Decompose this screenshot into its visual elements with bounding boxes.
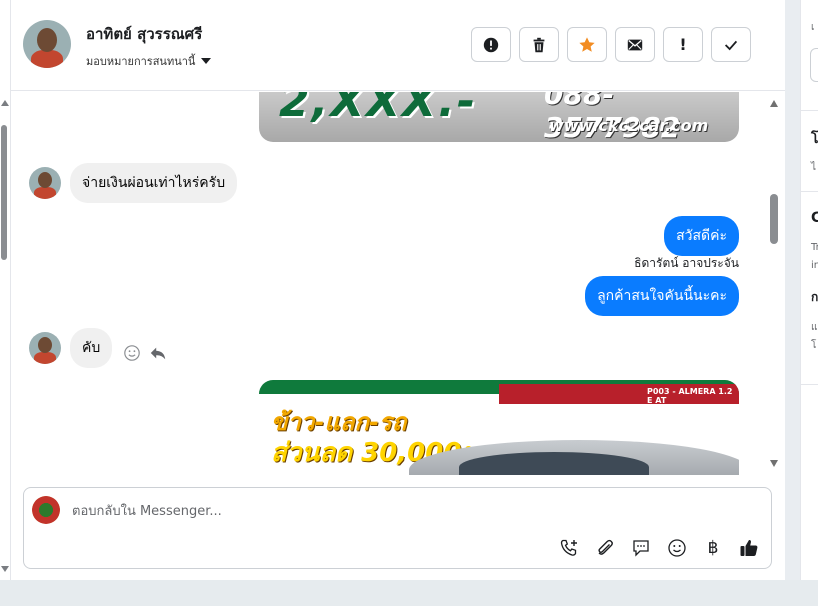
- scroll-up-arrow-icon[interactable]: [770, 100, 778, 107]
- attachment-button[interactable]: [593, 536, 617, 560]
- outgoing-message-bubble[interactable]: สวัสดีค่ะ: [664, 216, 739, 256]
- reply-arrow-icon[interactable]: [149, 344, 167, 362]
- star-button[interactable]: [567, 27, 607, 62]
- message-scrollbar-thumb[interactable]: [770, 194, 778, 244]
- incoming-message-bubble[interactable]: จ่ายเงินผ่อนเท่าไหร่ครับ: [70, 163, 238, 203]
- conversation-header: อาทิตย์ สุวรรณศรี มอบหมายการสนทนานี้ !: [11, 0, 785, 91]
- baht-icon: ฿: [707, 538, 719, 558]
- payment-button[interactable]: ฿: [701, 536, 725, 560]
- car-window: [459, 452, 649, 475]
- scroll-down-arrow-icon[interactable]: [1, 566, 9, 572]
- car-code-text: P003 - ALMERA 1.2 E AT: [647, 387, 733, 405]
- left-scrollbar[interactable]: [0, 0, 11, 580]
- header-actions: !: [471, 27, 751, 62]
- assign-label: มอบหมายการสนทนานี้: [86, 55, 196, 68]
- reply-composer: ฿: [23, 487, 772, 569]
- panel-text-fragment: เ: [811, 22, 815, 33]
- delete-button[interactable]: [519, 27, 559, 62]
- trash-icon: [533, 37, 545, 52]
- conversation-panel: อาทิตย์ สุวรรณศรี มอบหมายการสนทนานี้ ! 2…: [11, 0, 785, 580]
- contact-avatar-small[interactable]: [29, 167, 61, 199]
- thumbs-up-icon: [740, 539, 758, 556]
- bottom-bar: [0, 580, 818, 606]
- mark-unread-button[interactable]: [615, 27, 655, 62]
- scroll-down-arrow-icon[interactable]: [770, 460, 778, 467]
- contact-details-panel: เ โ ไ C Tr in ก แ โ: [800, 0, 818, 580]
- panel-divider: [801, 110, 818, 111]
- emoji-icon: [668, 539, 686, 557]
- panel-heading-fragment: โ: [811, 131, 818, 147]
- panel-divider: [801, 384, 818, 385]
- banner-website-text: www.ckc2car.com: [549, 116, 709, 135]
- incoming-message-row: คับ: [29, 328, 167, 368]
- scrollbar-thumb[interactable]: [1, 125, 7, 260]
- panel-text-fragment: ไ: [811, 162, 817, 173]
- banner-price-text: 2,XXX.-: [279, 92, 478, 127]
- panel-divider: [801, 191, 818, 192]
- sender-name: ธิดารัตน์ อาจประจัน: [634, 256, 739, 270]
- exclamation-icon: !: [679, 35, 687, 54]
- assign-conversation-dropdown[interactable]: มอบหมายการสนทนานี้: [86, 52, 212, 70]
- thumbs-up-button[interactable]: [737, 536, 761, 560]
- message-scrollbar[interactable]: [767, 92, 781, 475]
- alert-circle-icon: [483, 37, 499, 52]
- contact-name[interactable]: อาทิตย์ สุวรรณศรี: [86, 22, 202, 46]
- check-icon: [724, 40, 738, 50]
- panel-text-fragment: แ: [811, 322, 818, 333]
- scroll-up-arrow-icon[interactable]: [1, 100, 9, 106]
- outgoing-message-bubble[interactable]: ลูกค้าสนใจคันนี้นะคะ: [585, 276, 739, 316]
- panel-input-field[interactable]: [810, 48, 818, 82]
- reply-input[interactable]: [72, 500, 672, 522]
- panel-text-fragment: in: [811, 260, 818, 271]
- attachment-icon: [598, 539, 613, 555]
- message-list[interactable]: 2,XXX.- 088-3577982 www.ckc2car.com จ่าย…: [11, 92, 785, 475]
- report-spam-button[interactable]: [471, 27, 511, 62]
- caret-down-icon: [201, 58, 212, 64]
- incoming-message-bubble[interactable]: คับ: [70, 328, 113, 368]
- mark-done-button[interactable]: [711, 27, 751, 62]
- image-attachment-car-promo[interactable]: P003 - ALMERA 1.2 E AT ข้าว-แลก-รถ ส่วนล…: [259, 380, 739, 475]
- contact-avatar[interactable]: [23, 20, 71, 68]
- composer-tools: ฿: [557, 536, 761, 560]
- page-avatar: [32, 496, 60, 524]
- contact-avatar-small[interactable]: [29, 332, 61, 364]
- panel-heading-fragment: ก: [811, 290, 818, 304]
- panel-heading-fragment: C: [811, 210, 818, 226]
- envelope-icon: [627, 39, 643, 50]
- emoji-button[interactable]: [665, 536, 689, 560]
- image-attachment-price-banner[interactable]: 2,XXX.- 088-3577982 www.ckc2car.com: [259, 92, 739, 142]
- call-add-button[interactable]: [557, 536, 581, 560]
- star-icon: [579, 36, 595, 52]
- message-actions: [123, 344, 167, 362]
- incoming-message-row: จ่ายเงินผ่อนเท่าไหร่ครับ: [29, 163, 238, 203]
- follow-up-button[interactable]: !: [663, 27, 703, 62]
- saved-replies-button[interactable]: [629, 536, 653, 560]
- react-smiley-icon[interactable]: [123, 344, 141, 362]
- panel-text-fragment: โ: [811, 340, 817, 351]
- panel-text-fragment: Tr: [811, 242, 818, 253]
- saved-replies-icon: [633, 540, 649, 557]
- call-add-icon: [560, 539, 577, 556]
